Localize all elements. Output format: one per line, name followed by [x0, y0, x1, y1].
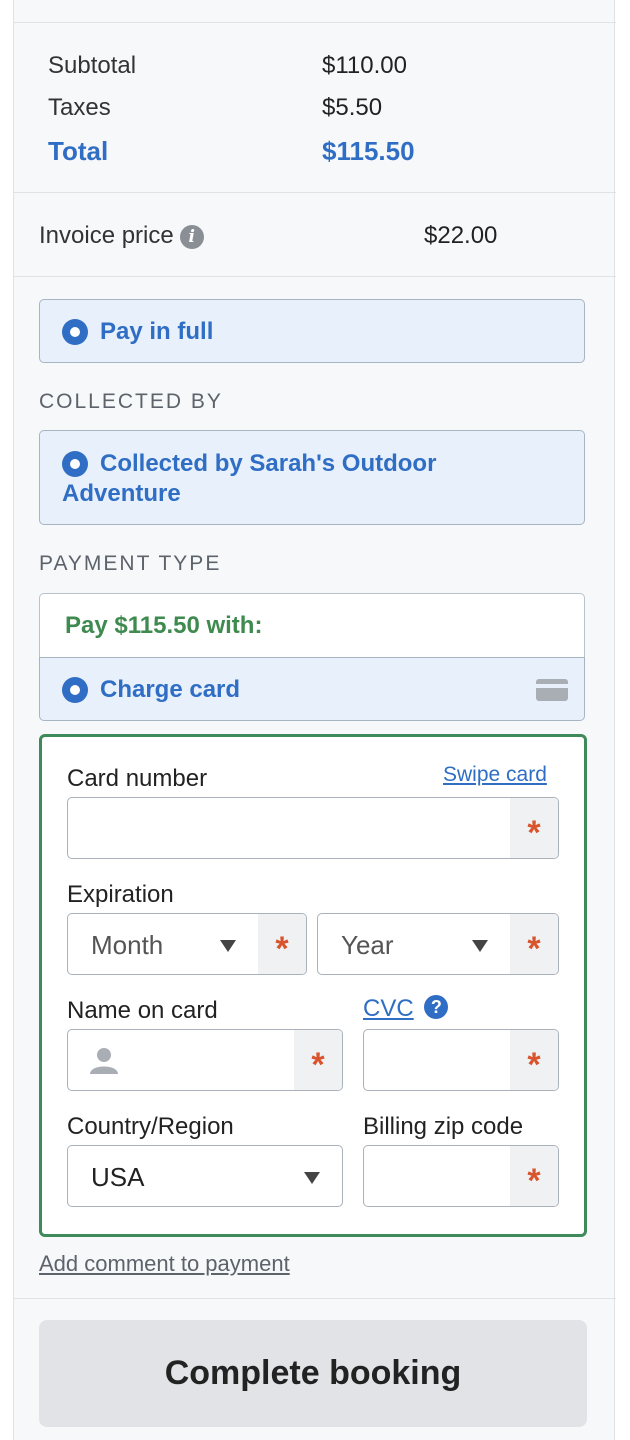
question-icon[interactable]: ? — [424, 995, 449, 1019]
taxes-value: $5.50 — [322, 94, 383, 121]
required-indicator: * — [510, 1146, 558, 1206]
pay-with-text: Pay $115.50 with: — [65, 612, 263, 639]
card-number-input[interactable]: * — [67, 797, 559, 859]
booking-panel: Subtotal $110.00 Taxes $5.50 Total $115.… — [13, 0, 616, 1440]
expiration-year-select[interactable]: Year * — [317, 913, 559, 975]
collected-by-radio[interactable] — [62, 451, 88, 477]
invoice-divider — [14, 276, 616, 277]
required-indicator: * — [510, 914, 558, 974]
subtotal-value: $110.00 — [322, 52, 407, 79]
charge-card-radio[interactable] — [62, 677, 88, 703]
total-label: Total — [48, 136, 109, 166]
pay-in-full-label: Pay in full — [100, 318, 214, 345]
chevron-down-icon — [220, 940, 236, 952]
cvc-input[interactable]: * — [363, 1029, 559, 1091]
collected-by-line1: Collected by Sarah's Outdoor — [100, 450, 437, 477]
billing-zip-input[interactable]: * — [363, 1145, 559, 1207]
expiration-label: Expiration — [67, 881, 174, 908]
chevron-down-icon — [304, 1172, 320, 1184]
billing-zip-label: Billing zip code — [363, 1113, 524, 1140]
country-region-label: Country/Region — [67, 1113, 234, 1140]
year-placeholder: Year — [341, 930, 394, 960]
summary-divider — [14, 192, 616, 193]
required-indicator: * — [510, 1030, 558, 1090]
collected-by-line2: Adventure — [62, 480, 181, 507]
cvc-link[interactable]: CVC — [363, 995, 414, 1022]
required-indicator: * — [258, 914, 306, 974]
pay-in-full-option[interactable]: Pay in full — [39, 299, 585, 363]
credit-card-icon — [536, 679, 568, 701]
required-indicator: * — [510, 798, 558, 858]
person-icon — [90, 1048, 118, 1074]
subtotal-label: Subtotal — [48, 52, 137, 79]
name-on-card-input[interactable]: * — [67, 1029, 343, 1091]
add-comment-link[interactable]: Add comment to payment — [39, 1251, 290, 1277]
name-on-card-label: Name on card — [67, 997, 218, 1024]
country-select[interactable]: USA — [67, 1145, 343, 1207]
month-placeholder: Month — [91, 930, 164, 960]
collected-by-heading: COLLECTED BY — [39, 390, 223, 413]
swipe-card-link[interactable]: Swipe card — [443, 763, 547, 787]
complete-booking-button[interactable]: Complete booking — [39, 1320, 587, 1427]
top-divider — [14, 22, 616, 23]
charge-card-option[interactable]: Charge card — [39, 657, 585, 721]
card-number-label: Card number — [67, 765, 208, 792]
card-details-form: Card number Swipe card * Expiration Mont… — [39, 734, 587, 1237]
invoice-price-value: $22.00 — [424, 222, 498, 249]
info-icon[interactable]: i — [179, 224, 204, 249]
invoice-price-row: Invoice price i — [39, 222, 204, 250]
country-value: USA — [91, 1162, 145, 1192]
chevron-down-icon — [472, 940, 488, 952]
collected-by-option[interactable]: Collected by Sarah's Outdoor Adventure — [39, 430, 585, 525]
pay-with-header: Pay $115.50 with: — [39, 593, 585, 657]
invoice-price-label: Invoice price — [39, 222, 174, 249]
pay-in-full-radio[interactable] — [62, 319, 88, 345]
charge-card-label: Charge card — [100, 676, 241, 703]
expiration-month-select[interactable]: Month * — [67, 913, 307, 975]
footer-divider — [14, 1298, 616, 1299]
taxes-label: Taxes — [48, 94, 111, 121]
required-indicator: * — [294, 1030, 342, 1090]
payment-type-heading: PAYMENT TYPE — [39, 552, 222, 575]
total-value: $115.50 — [322, 136, 415, 166]
cvc-label-row: CVC ? — [363, 995, 449, 1023]
